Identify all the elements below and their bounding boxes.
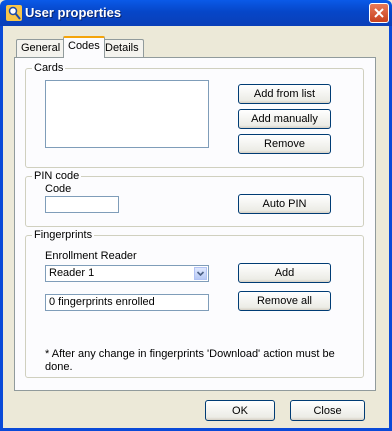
close-icon bbox=[374, 8, 384, 18]
pin-code-group-title: PIN code bbox=[32, 170, 82, 182]
enrollment-reader-label: Enrollment Reader bbox=[45, 250, 137, 262]
codes-tab-panel: Cards Add from list Add manually Remove … bbox=[14, 57, 376, 391]
cards-group: Cards Add from list Add manually Remove bbox=[25, 62, 364, 168]
remove-all-fingerprints-button[interactable]: Remove all bbox=[238, 291, 331, 311]
ok-button[interactable]: OK bbox=[205, 400, 275, 421]
pin-code-input[interactable] bbox=[45, 196, 119, 213]
enrollment-reader-select[interactable]: Reader 1 bbox=[45, 265, 209, 282]
close-button[interactable]: Close bbox=[290, 400, 365, 421]
enrollment-reader-value: Reader 1 bbox=[49, 267, 95, 279]
window-title: User properties bbox=[25, 5, 122, 20]
fingerprints-status-field: 0 fingerprints enrolled bbox=[45, 294, 209, 311]
add-manually-button[interactable]: Add manually bbox=[238, 109, 331, 129]
window-border-left bbox=[0, 26, 3, 431]
add-from-list-button[interactable]: Add from list bbox=[238, 84, 331, 104]
fingerprints-group-title: Fingerprints bbox=[32, 229, 95, 241]
fingerprints-status-value: 0 fingerprints enrolled bbox=[49, 296, 155, 308]
tab-details[interactable]: Details bbox=[100, 39, 144, 57]
remove-card-button[interactable]: Remove bbox=[238, 134, 331, 154]
close-window-button[interactable] bbox=[369, 3, 389, 23]
auto-pin-button[interactable]: Auto PIN bbox=[238, 194, 331, 214]
fingerprints-group: Fingerprints Enrollment Reader Reader 1 … bbox=[25, 229, 364, 378]
pin-code-group: PIN code Code Auto PIN bbox=[25, 170, 364, 227]
title-bar: User properties bbox=[0, 0, 392, 26]
user-icon bbox=[6, 5, 22, 21]
dropdown-button[interactable] bbox=[194, 267, 207, 280]
tab-general[interactable]: General bbox=[16, 39, 66, 57]
add-fingerprint-button[interactable]: Add bbox=[238, 263, 331, 283]
tab-codes[interactable]: Codes bbox=[63, 36, 105, 58]
cards-list[interactable] bbox=[45, 80, 209, 148]
code-label: Code bbox=[45, 183, 72, 195]
chevron-down-icon bbox=[196, 271, 205, 277]
fingerprints-note: * After any change in fingerprints 'Down… bbox=[45, 348, 335, 373]
cards-group-title: Cards bbox=[32, 62, 66, 74]
